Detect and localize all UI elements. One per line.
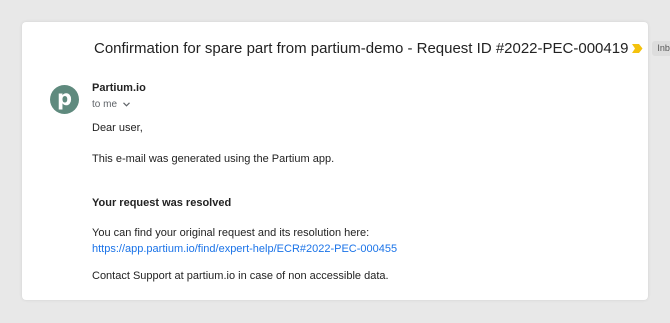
subject-row: Confirmation for spare part from partium… bbox=[94, 40, 670, 57]
email-card: Confirmation for spare part from partium… bbox=[22, 22, 670, 300]
avatar[interactable]: p bbox=[50, 85, 79, 114]
request-link[interactable]: https://app.partium.io/find/expert-help/… bbox=[92, 243, 397, 255]
email-support: Contact Support at partium.io in case of… bbox=[92, 270, 389, 282]
email-greeting: Dear user, bbox=[92, 122, 143, 134]
recipient-line[interactable]: to me bbox=[92, 99, 130, 110]
email-subject: Confirmation for spare part from partium… bbox=[94, 40, 629, 57]
email-intro: This e-mail was generated using the Part… bbox=[92, 153, 335, 165]
chevron-down-icon[interactable] bbox=[123, 102, 130, 107]
email-heading: Your request was resolved bbox=[92, 197, 232, 209]
inbox-label-badge[interactable]: Inbox × bbox=[652, 41, 670, 56]
important-marker-icon[interactable] bbox=[632, 43, 643, 54]
email-find-text: You can find your original request and i… bbox=[92, 227, 370, 239]
recipient-text: to me bbox=[92, 99, 118, 110]
avatar-letter: p bbox=[56, 85, 73, 110]
inbox-label-text: Inbox bbox=[657, 43, 670, 53]
sender-name[interactable]: Partium.io bbox=[92, 82, 146, 94]
